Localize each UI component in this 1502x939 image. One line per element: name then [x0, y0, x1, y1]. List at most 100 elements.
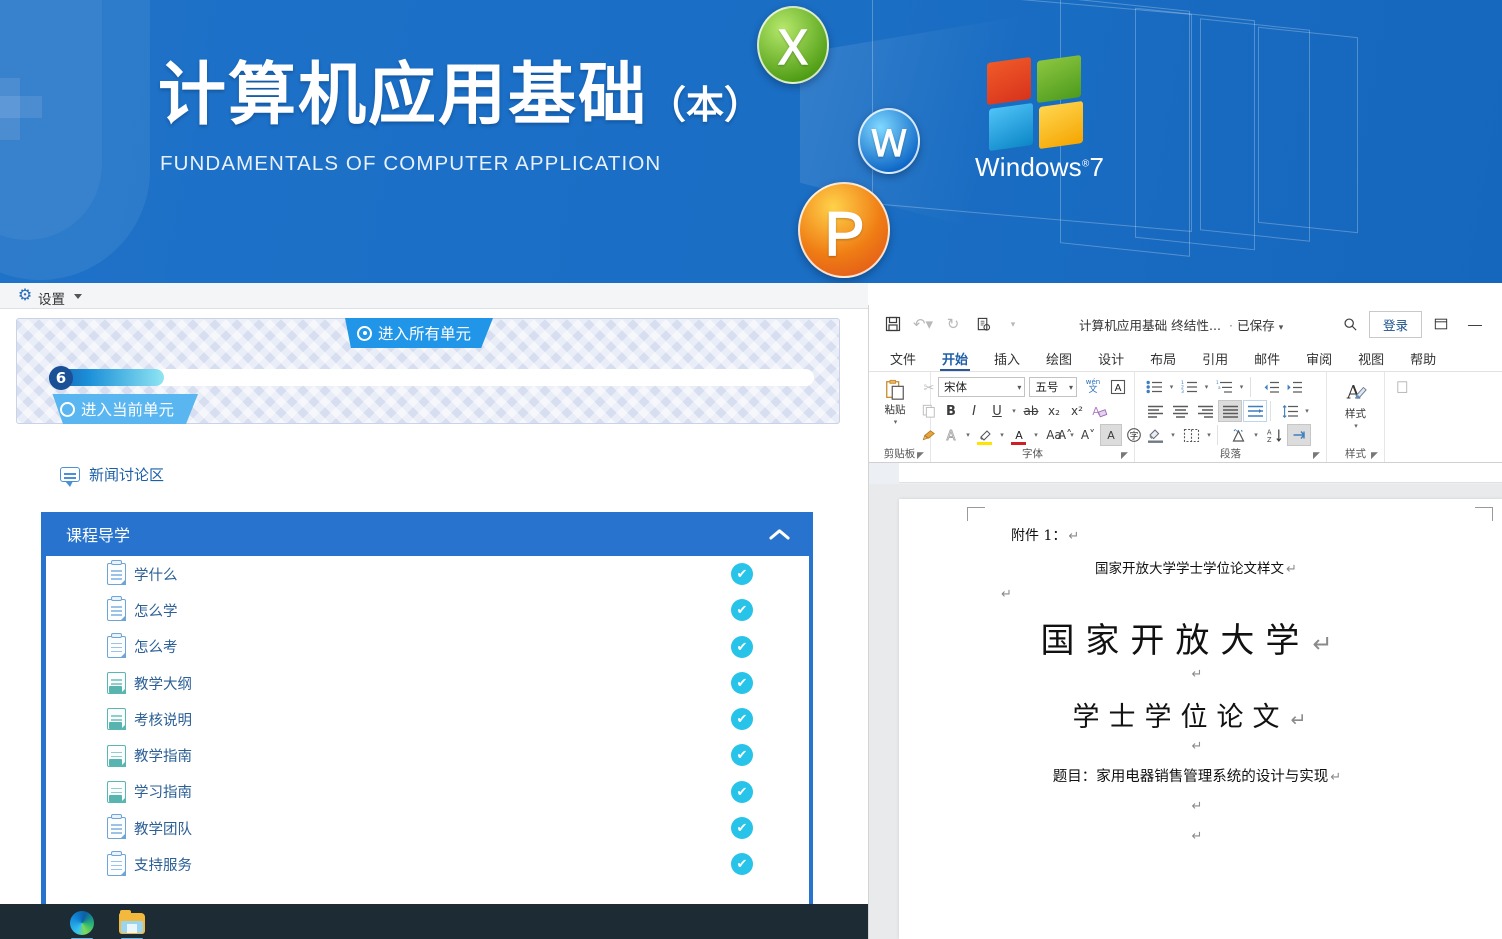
minimize-window-icon[interactable]: —: [1460, 311, 1490, 337]
show-formatting-marks-icon[interactable]: [1287, 424, 1311, 446]
underline-button[interactable]: U: [986, 400, 1008, 422]
font-size-caret[interactable]: ▾: [1069, 383, 1073, 392]
subscript-button[interactable]: x₂: [1043, 400, 1065, 422]
clear-formatting-icon[interactable]: A: [1089, 400, 1111, 422]
chevron-up-icon[interactable]: [769, 525, 787, 543]
styles-dialog-launcher-icon[interactable]: ◤: [1371, 450, 1381, 460]
distributed-align-icon[interactable]: [1243, 400, 1267, 422]
character-shading-icon[interactable]: A: [1100, 424, 1122, 446]
line-spacing-caret[interactable]: ▾: [1302, 400, 1312, 422]
list-item[interactable]: 怎么学 ✔: [46, 592, 809, 628]
justify-icon[interactable]: [1218, 400, 1242, 422]
find-partial-icon[interactable]: [1392, 376, 1414, 398]
paste-icon[interactable]: 粘贴 ▾: [874, 375, 916, 429]
ribbon-tab-9[interactable]: 视图: [1345, 354, 1397, 371]
sort-az-icon[interactable]: AZ: [1262, 424, 1286, 446]
list-item[interactable]: 支持服务 ✔: [46, 846, 809, 882]
text-effects-icon[interactable]: A: [940, 424, 962, 446]
paragraph-shading-icon[interactable]: [1143, 424, 1167, 446]
superscript-button[interactable]: x²: [1066, 400, 1088, 422]
character-border-icon[interactable]: A: [1107, 376, 1129, 398]
font-size-input[interactable]: 五号 ▾: [1029, 377, 1077, 397]
print-preview-icon[interactable]: [969, 311, 997, 337]
numbered-list-caret[interactable]: ▾: [1201, 376, 1212, 398]
line-spacing-icon[interactable]: [1279, 400, 1301, 422]
decrease-indent-icon[interactable]: [1260, 376, 1282, 398]
font-name-caret[interactable]: ▾: [1017, 383, 1021, 392]
ribbon-tab-3[interactable]: 绘图: [1033, 354, 1085, 371]
text-effects-caret[interactable]: ▾: [963, 424, 973, 446]
font-dialog-launcher-icon[interactable]: ◤: [1121, 450, 1131, 460]
redo-icon[interactable]: ↻: [939, 311, 967, 337]
styles-dropdown-caret[interactable]: ▾: [1354, 422, 1358, 430]
multilevel-list-caret[interactable]: ▾: [1236, 376, 1247, 398]
document-page[interactable]: 附件 1： ↵ 国家开放大学学士学位论文样文 ↵ ↵ 国家开放大学↵ ↵ 学士学位论…: [899, 499, 1502, 939]
taskbar-edge[interactable]: [62, 908, 102, 939]
restore-window-icon[interactable]: [1426, 311, 1456, 337]
increase-indent-icon[interactable]: [1283, 376, 1305, 398]
shrink-font-button[interactable]: A˅: [1077, 424, 1099, 446]
list-item[interactable]: 学习指南 ✔: [46, 774, 809, 810]
bullet-list-caret[interactable]: ▾: [1166, 376, 1177, 398]
borders-caret[interactable]: ▾: [1204, 424, 1214, 446]
course-guide-header[interactable]: 课程导学: [46, 512, 813, 556]
paragraph-dialog-launcher-icon[interactable]: ◤: [1313, 450, 1323, 460]
numbered-list-icon[interactable]: 123: [1178, 376, 1200, 398]
align-left-icon[interactable]: [1143, 400, 1167, 422]
text-highlight-icon[interactable]: [974, 424, 996, 446]
settings-label[interactable]: 设置: [38, 288, 65, 308]
enter-current-unit-button[interactable]: 进入当前单元: [52, 394, 199, 424]
list-item[interactable]: 教学指南 ✔: [46, 737, 809, 773]
paste-dropdown-caret[interactable]: ▾: [894, 418, 898, 426]
save-status[interactable]: · 已保存 ▾: [1229, 315, 1283, 334]
ribbon-tab-0[interactable]: 文件: [877, 354, 929, 371]
strikethrough-button[interactable]: ab: [1020, 400, 1042, 422]
ribbon-tab-10[interactable]: 帮助: [1397, 354, 1449, 371]
enter-all-units-button[interactable]: 进入所有单元: [345, 318, 494, 348]
ribbon-tab-5[interactable]: 布局: [1137, 354, 1189, 371]
multilevel-list-icon[interactable]: 1a: [1213, 376, 1235, 398]
asian-layout-icon[interactable]: [1226, 424, 1250, 446]
grow-font-button[interactable]: A˄: [1054, 424, 1076, 446]
font-color-icon[interactable]: A: [1008, 424, 1030, 446]
align-right-icon[interactable]: [1193, 400, 1217, 422]
list-item[interactable]: 考核说明 ✔: [46, 701, 809, 737]
unit-progress-bar[interactable]: [49, 369, 814, 386]
news-discussion-link[interactable]: 新闻讨论区: [60, 464, 164, 487]
italic-button[interactable]: I: [963, 400, 985, 422]
ribbon-tab-2[interactable]: 插入: [981, 354, 1033, 371]
phonetic-guide-icon[interactable]: wén 文: [1082, 376, 1104, 398]
ribbon-tab-1[interactable]: 开始: [929, 354, 981, 372]
list-item[interactable]: 学什么 ✔: [46, 556, 809, 592]
ribbon-tab-8[interactable]: 审阅: [1293, 354, 1345, 371]
customize-qat-icon[interactable]: ▾: [999, 311, 1027, 337]
ribbon-tab-4[interactable]: 设计: [1085, 354, 1137, 371]
ruler-area[interactable]: [869, 463, 1502, 493]
list-item[interactable]: 教学团队 ✔: [46, 810, 809, 846]
caret-down-icon[interactable]: [74, 294, 82, 299]
document-name[interactable]: 计算机应用基础 终结性...: [1079, 315, 1221, 334]
underline-dropdown-caret[interactable]: ▾: [1009, 400, 1019, 422]
undo-icon[interactable]: ↶ ▾: [909, 311, 937, 337]
styles-pane-icon[interactable]: A 样式 ▾: [1335, 380, 1377, 430]
list-item[interactable]: 教学大纲 ✔: [46, 665, 809, 701]
asian-layout-caret[interactable]: ▾: [1251, 424, 1261, 446]
taskbar-file-explorer[interactable]: [112, 908, 152, 939]
search-icon[interactable]: [1337, 311, 1365, 337]
bullet-list-icon[interactable]: [1143, 376, 1165, 398]
font-color-caret[interactable]: ▾: [1031, 424, 1041, 446]
borders-icon[interactable]: [1179, 424, 1203, 446]
align-center-icon[interactable]: [1168, 400, 1192, 422]
text-highlight-caret[interactable]: ▾: [997, 424, 1007, 446]
paragraph-shading-caret[interactable]: ▾: [1168, 424, 1178, 446]
clipboard-dialog-launcher-icon[interactable]: ◤: [917, 450, 927, 460]
save-icon[interactable]: [879, 311, 907, 337]
font-name-input[interactable]: 宋体 ▾: [938, 377, 1026, 397]
gear-icon[interactable]: ⚙: [17, 288, 33, 304]
ribbon-tab-7[interactable]: 邮件: [1241, 354, 1293, 371]
bold-button[interactable]: B: [940, 400, 962, 422]
list-item[interactable]: 怎么考 ✔: [46, 629, 809, 665]
horizontal-ruler[interactable]: [899, 463, 1502, 483]
sign-in-button[interactable]: 登录: [1368, 310, 1422, 338]
ribbon-tab-6[interactable]: 引用: [1189, 354, 1241, 371]
